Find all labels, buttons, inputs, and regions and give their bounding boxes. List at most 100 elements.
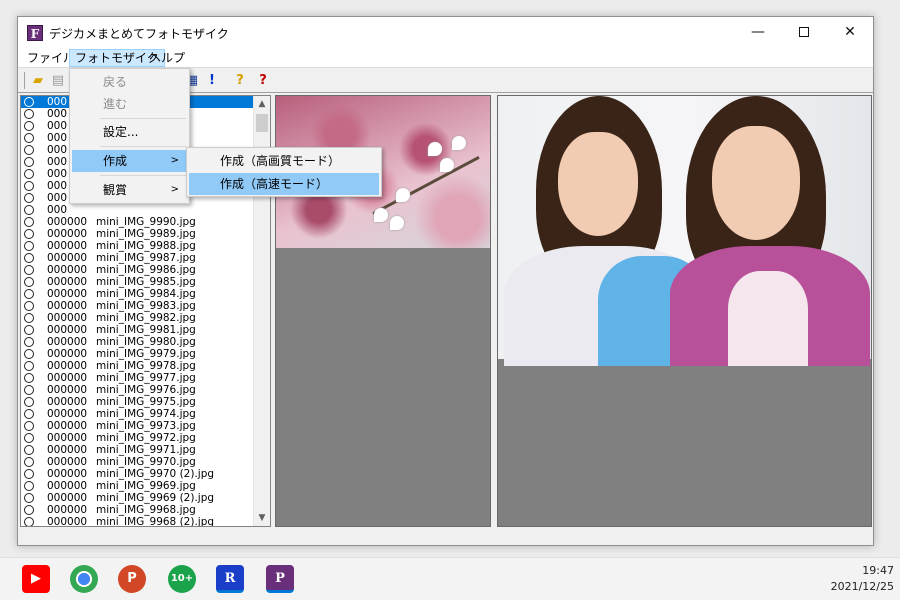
row-code: 000000: [47, 288, 88, 300]
list-item[interactable]: 000000 mini_IMG_9970 (2).jpg: [21, 468, 255, 480]
list-item[interactable]: 000000 mini_IMG_9989.jpg: [21, 228, 255, 240]
list-item[interactable]: 000000 mini_IMG_9974.jpg: [21, 408, 255, 420]
list-item[interactable]: 000000 mini_IMG_9976.jpg: [21, 384, 255, 396]
radio-icon[interactable]: [24, 433, 34, 443]
minimize-button[interactable]: —: [735, 17, 781, 48]
radio-icon[interactable]: [24, 169, 34, 179]
menu-create-label: 作成: [103, 154, 128, 168]
radio-icon[interactable]: [24, 457, 34, 467]
radio-icon[interactable]: [24, 205, 34, 215]
radio-icon[interactable]: [24, 349, 34, 359]
radio-icon[interactable]: [24, 409, 34, 419]
radio-icon[interactable]: [24, 181, 34, 191]
radio-icon[interactable]: [24, 421, 34, 431]
maximize-button[interactable]: [781, 17, 827, 48]
list-item[interactable]: 000000 mini_IMG_9969 (2).jpg: [21, 492, 255, 504]
row-code: 000000: [47, 408, 88, 420]
list-item[interactable]: 000000 mini_IMG_9986.jpg: [21, 264, 255, 276]
radio-icon[interactable]: [24, 265, 34, 275]
row-code: 000000: [47, 360, 88, 372]
close-button[interactable]: ✕: [827, 17, 873, 48]
app-10plus-icon[interactable]: 10+: [168, 565, 196, 593]
radio-icon[interactable]: [24, 325, 34, 335]
radio-icon[interactable]: [24, 481, 34, 491]
list-item[interactable]: 000000 mini_IMG_9975.jpg: [21, 396, 255, 408]
list-item[interactable]: 000000 mini_IMG_9982.jpg: [21, 312, 255, 324]
list-item[interactable]: 000000 mini_IMG_9980.jpg: [21, 336, 255, 348]
menu-view[interactable]: 観賞 >: [72, 179, 187, 201]
scroll-thumb[interactable]: [256, 114, 268, 132]
radio-icon[interactable]: [24, 397, 34, 407]
radio-icon[interactable]: [24, 157, 34, 167]
list-item[interactable]: 000000 mini_IMG_9973.jpg: [21, 420, 255, 432]
list-item[interactable]: 000000 mini_IMG_9968 (2).jpg: [21, 516, 255, 526]
open-folder-icon[interactable]: ▰: [29, 72, 47, 90]
list-item[interactable]: 000000 mini_IMG_9990.jpg: [21, 216, 255, 228]
radio-icon[interactable]: [24, 109, 34, 119]
list-item[interactable]: 000000 mini_IMG_9968.jpg: [21, 504, 255, 516]
system-clock[interactable]: 19:47 2021/12/25: [831, 563, 894, 595]
list-item[interactable]: 000000 mini_IMG_9984.jpg: [21, 288, 255, 300]
radio-icon[interactable]: [24, 469, 34, 479]
row-code: 000000: [47, 432, 88, 444]
p-app-icon[interactable]: P: [266, 565, 294, 593]
row-filename: mini_IMG_9968.jpg: [96, 504, 196, 516]
context-help-icon[interactable]: ?: [254, 72, 272, 90]
help-icon[interactable]: ?: [231, 72, 249, 90]
radio-icon[interactable]: [24, 229, 34, 239]
powerpoint-icon[interactable]: P: [118, 565, 146, 593]
radio-icon[interactable]: [24, 301, 34, 311]
radio-icon[interactable]: [24, 505, 34, 515]
list-item[interactable]: 000000 mini_IMG_9977.jpg: [21, 372, 255, 384]
scroll-down-icon[interactable]: ▼: [254, 510, 270, 526]
list-item[interactable]: 000000 mini_IMG_9983.jpg: [21, 300, 255, 312]
row-filename: mini_IMG_9989.jpg: [96, 228, 196, 240]
menu-help[interactable]: ヘルプ: [144, 50, 190, 68]
radio-icon[interactable]: [24, 253, 34, 263]
row-filename: mini_IMG_9983.jpg: [96, 300, 196, 312]
list-item[interactable]: 000000 mini_IMG_9971.jpg: [21, 444, 255, 456]
radio-icon[interactable]: [24, 241, 34, 251]
radio-icon[interactable]: [24, 313, 34, 323]
clock-time: 19:47: [862, 564, 894, 577]
list-item[interactable]: 000000 mini_IMG_9970.jpg: [21, 456, 255, 468]
youtube-icon[interactable]: ▶: [22, 565, 50, 593]
radio-icon[interactable]: [24, 289, 34, 299]
radio-icon[interactable]: [24, 133, 34, 143]
radio-icon[interactable]: [24, 217, 34, 227]
radio-icon[interactable]: [24, 97, 34, 107]
radio-icon[interactable]: [24, 193, 34, 203]
radio-icon[interactable]: [24, 277, 34, 287]
radio-icon[interactable]: [24, 385, 34, 395]
menu-settings[interactable]: 設定...: [72, 121, 187, 143]
menu-create-fast[interactable]: 作成（高速モード）: [189, 173, 379, 195]
chrome-icon[interactable]: [70, 565, 98, 593]
menu-create[interactable]: 作成 >: [72, 150, 187, 172]
r-app-icon[interactable]: R: [216, 565, 244, 593]
mosaic-preview: [497, 95, 872, 527]
radio-icon[interactable]: [24, 337, 34, 347]
menu-create-high-quality[interactable]: 作成（高画質モード）: [189, 150, 379, 172]
list-item[interactable]: 000: [21, 204, 255, 216]
menu-forward: 進む: [103, 97, 128, 111]
list-item[interactable]: 000000 mini_IMG_9985.jpg: [21, 276, 255, 288]
row-filename: mini_IMG_9972.jpg: [96, 432, 196, 444]
list-item[interactable]: 000000 mini_IMG_9979.jpg: [21, 348, 255, 360]
radio-icon[interactable]: [24, 493, 34, 503]
radio-icon[interactable]: [24, 517, 34, 526]
radio-icon[interactable]: [24, 445, 34, 455]
radio-icon[interactable]: [24, 121, 34, 131]
list-item[interactable]: 000000 mini_IMG_9969.jpg: [21, 480, 255, 492]
list-item[interactable]: 000000 mini_IMG_9978.jpg: [21, 360, 255, 372]
list-item[interactable]: 000000 mini_IMG_9987.jpg: [21, 252, 255, 264]
radio-icon[interactable]: [24, 361, 34, 371]
scroll-up-icon[interactable]: ▲: [254, 96, 270, 112]
radio-icon[interactable]: [24, 373, 34, 383]
list-item[interactable]: 000000 mini_IMG_9972.jpg: [21, 432, 255, 444]
row-filename: mini_IMG_9978.jpg: [96, 360, 196, 372]
title-bar[interactable]: F デジカメまとめてフォトモザイク — ✕: [18, 17, 873, 48]
list-item[interactable]: 000000 mini_IMG_9981.jpg: [21, 324, 255, 336]
radio-icon[interactable]: [24, 145, 34, 155]
list-item[interactable]: 000000 mini_IMG_9988.jpg: [21, 240, 255, 252]
info-icon[interactable]: !: [203, 72, 221, 90]
